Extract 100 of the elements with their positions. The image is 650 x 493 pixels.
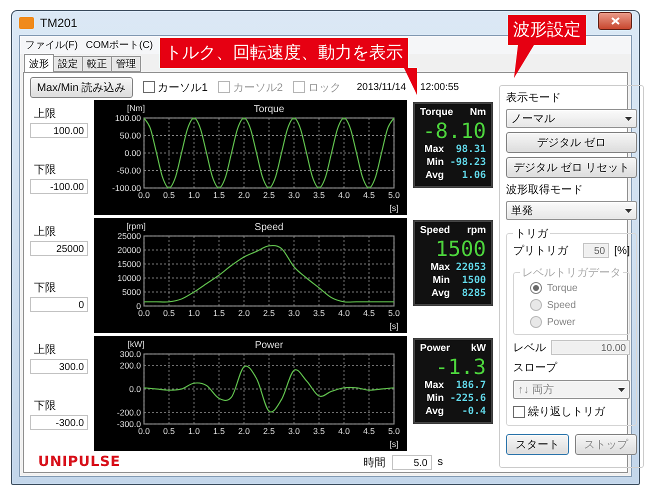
- tick-label: 1.0: [188, 308, 200, 318]
- readout-name: Torque: [420, 107, 454, 118]
- tick-label: 3.0: [288, 426, 300, 436]
- axis-label: [s]: [390, 203, 398, 213]
- tick-label: 2.5: [263, 426, 275, 436]
- tab[interactable]: 設定: [53, 56, 83, 72]
- field-label: 上限: [34, 225, 57, 239]
- readout-value: -1.3: [434, 354, 486, 380]
- axis-label: [s]: [390, 321, 398, 331]
- group-title: レベルトリガデータ: [521, 266, 622, 280]
- field-label: 下限: [34, 162, 57, 176]
- unit-label: s: [438, 456, 443, 468]
- tick-label: 5.0: [388, 190, 400, 200]
- checkbox[interactable]: カーソル1: [142, 80, 208, 94]
- tab[interactable]: 波形: [24, 54, 54, 72]
- axis-label: [Nm]: [127, 103, 145, 113]
- input-field[interactable]: -300.0: [30, 414, 88, 430]
- tick-label: 2.0: [238, 190, 250, 200]
- chart-title: Power: [254, 340, 284, 351]
- tick-label: 2.5: [263, 308, 275, 318]
- stat-label: Avg: [430, 288, 450, 299]
- tick-label: 4.5: [363, 190, 375, 200]
- action-button[interactable]: スタート: [506, 434, 568, 455]
- tick-label: 0.0: [138, 308, 150, 318]
- tick-label: 3.0: [288, 308, 300, 318]
- menu-item[interactable]: ファイル(F): [25, 38, 78, 52]
- input-field[interactable]: 0: [30, 296, 88, 312]
- caret-icon: [625, 116, 632, 120]
- tick-label: 3.5: [313, 308, 325, 318]
- stat-label: Max: [423, 380, 444, 391]
- tick-label: 4.0: [338, 190, 350, 200]
- field-label: 波形取得モード: [506, 183, 584, 197]
- readout-name: Power: [420, 343, 450, 354]
- input-field[interactable]: 25000: [30, 241, 88, 256]
- input-field[interactable]: 5.0: [392, 454, 432, 470]
- stat-value: -225.6: [450, 393, 486, 404]
- callout-label: トルク、回転速度、動力を表示: [160, 38, 408, 68]
- stat-value: -98.23: [450, 157, 486, 168]
- tick-label: 1.0: [188, 426, 200, 436]
- tick-label: 1.5: [213, 426, 225, 436]
- logo: UNIPULSE: [38, 454, 120, 470]
- tick-label: 2.0: [238, 426, 250, 436]
- tick-label: 5.0: [388, 426, 400, 436]
- unit-label: [%]: [614, 244, 630, 256]
- tick-label: 20000: [117, 245, 141, 255]
- stat-label: Avg: [424, 170, 444, 181]
- readout-value: 1500: [434, 236, 486, 262]
- tick-label: 1.5: [213, 308, 225, 318]
- tab[interactable]: 管理: [111, 56, 141, 72]
- tick-label: 2.5: [263, 190, 275, 200]
- dropdown[interactable]: ノーマル: [506, 109, 637, 128]
- window-title: TM201: [40, 16, 78, 30]
- pointer-arrow: [512, 45, 534, 79]
- tick-label: 0.0: [138, 190, 150, 200]
- input-field[interactable]: -100.00: [30, 178, 88, 194]
- readout-name: Speed: [420, 225, 450, 236]
- tick-label: 5000: [122, 287, 141, 297]
- tick-label: -200.0: [116, 407, 141, 418]
- menu-item[interactable]: COMポート(C): [86, 38, 153, 52]
- tick-label: 0.5: [163, 426, 175, 436]
- stat-label: Avg: [424, 406, 444, 417]
- zero-button[interactable]: デジタル ゼロ リセット: [506, 157, 637, 178]
- stat-label: Min: [432, 275, 450, 286]
- stat-value: 8285: [460, 288, 486, 299]
- stat-value: 186.7: [454, 380, 486, 391]
- date-text: 2013/11/14: [356, 82, 406, 92]
- field-label: 表示モード: [506, 91, 562, 105]
- tick-label: 4.0: [338, 308, 350, 318]
- tick-label: 4.5: [363, 308, 375, 318]
- field-label: 上限: [34, 107, 57, 121]
- caret-icon: [625, 208, 632, 212]
- tick-label: 100.00: [115, 113, 141, 123]
- group-title: トリガ: [514, 227, 550, 241]
- input-field[interactable]: 100.00: [30, 123, 88, 138]
- field-label: 下限: [34, 280, 57, 294]
- zero-button[interactable]: デジタル ゼロ: [506, 132, 637, 153]
- tab[interactable]: 較正: [82, 56, 112, 72]
- field-label: 時間: [364, 456, 386, 470]
- stat-value: -0.4: [460, 406, 486, 417]
- tick-label: 1.0: [188, 190, 200, 200]
- app-icon: [19, 17, 34, 29]
- caret-icon: [618, 388, 625, 392]
- field-label: レベル: [513, 341, 546, 355]
- input-field[interactable]: 300.0: [30, 359, 88, 374]
- tick-label: 15000: [117, 259, 141, 269]
- tick-label: 1.5: [213, 190, 225, 200]
- tick-label: 0.5: [163, 308, 175, 318]
- readout-unit: kW: [471, 343, 486, 354]
- chart-title: Speed: [254, 222, 284, 233]
- load-maxmin-button[interactable]: Max/Min 読み込み: [30, 76, 133, 98]
- field-label: プリトリガ: [513, 244, 568, 258]
- tick-label: 25000: [117, 231, 141, 241]
- close-button[interactable]: [598, 12, 632, 30]
- chart-title: Torque: [254, 104, 284, 115]
- pointer-arrow: [404, 68, 418, 96]
- tick-label: -300.0: [116, 419, 141, 429]
- stat-label: Min: [426, 393, 444, 404]
- axis-label: [rpm]: [126, 221, 146, 231]
- dropdown[interactable]: 単発: [506, 201, 637, 220]
- stat-value: 1.06: [460, 170, 486, 181]
